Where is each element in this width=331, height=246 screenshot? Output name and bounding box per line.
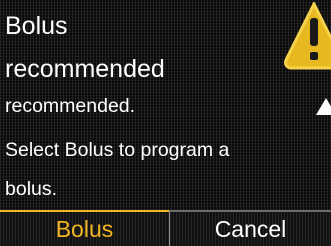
bolus-softkey-label: Bolus — [55, 215, 114, 242]
alert-screen: Bolus recommended recommended. Select Bo… — [0, 0, 331, 246]
alert-title-line-2: recommended — [5, 55, 165, 83]
alert-message-line-3: bolus. — [5, 178, 58, 200]
warning-triangle-icon — [284, 2, 331, 70]
cancel-softkey-label: Cancel — [214, 215, 287, 242]
softkey-bar: Bolus Cancel — [0, 210, 331, 246]
alert-message-line-1: recommended. — [5, 95, 136, 117]
bolus-softkey-button[interactable]: Bolus — [0, 210, 169, 246]
cancel-softkey-button[interactable]: Cancel — [169, 210, 331, 246]
alert-title-line-1: Bolus — [5, 12, 68, 40]
scroll-up-arrow-icon[interactable] — [316, 98, 331, 115]
alert-message-line-2: Select Bolus to program a — [5, 139, 230, 161]
